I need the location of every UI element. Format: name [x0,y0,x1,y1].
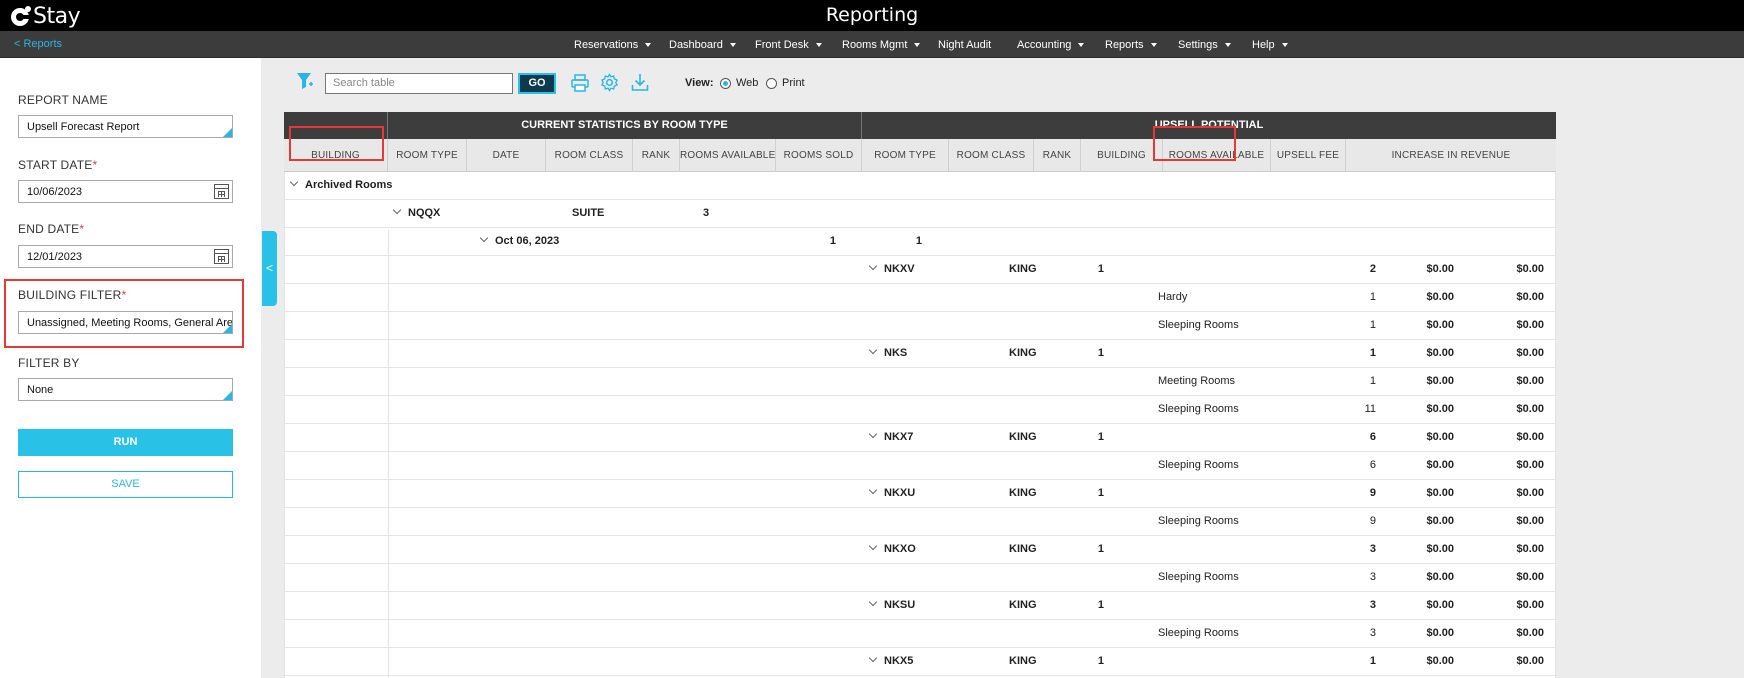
column-header-room-type[interactable]: ROOM TYPE [388,139,467,172]
menu-item-reservations[interactable]: Reservations [574,31,652,58]
chevron-down-icon [1224,42,1231,47]
chevron-down-icon[interactable] [479,233,489,243]
upsell-room-type-row[interactable]: NKX5 KING 1 1 $0.00 $0.00 [284,648,1556,676]
chevron-down-icon[interactable] [868,541,878,551]
calendar-icon[interactable] [214,184,229,199]
report-name-select[interactable]: Upsell Forecast Report [18,115,233,138]
upsell-building-row[interactable]: Hardy 1 $0.00 $0.00 [284,284,1556,312]
report-name-label: REPORT NAME [18,93,108,107]
nav-bar: < Reports Reservations Dashboard Front D… [0,31,1744,58]
chevron-down-icon[interactable] [868,345,878,355]
chevron-down-icon [914,42,921,47]
upsell-building-row[interactable]: Sleeping Rooms 1 $0.00 $0.00 [284,312,1556,340]
building-filter-select[interactable]: Unassigned, Meeting Rooms, General Are..… [18,311,233,334]
start-date-input[interactable]: 10/06/2023 [18,180,233,203]
column-header-upsell-building[interactable]: BUILDING [1081,139,1163,172]
column-header-upsell-rank[interactable]: RANK [1034,139,1081,172]
download-icon[interactable] [631,73,649,92]
save-button[interactable]: SAVE [18,471,233,498]
report-table: CURRENT STATISTICS BY ROOM TYPE UPSELL P… [284,112,1556,678]
building-filter-label: BUILDING FILTER* [18,288,127,302]
upsell-room-type-row[interactable]: NKX7 KING 1 6 $0.00 $0.00 [284,424,1556,452]
chevron-down-icon [1078,42,1085,47]
print-icon[interactable] [571,74,589,92]
column-header-upsell-room-class[interactable]: ROOM CLASS [949,139,1034,172]
top-bar: Stay Reporting [0,0,1744,31]
report-settings-panel: REPORT NAME Upsell Forecast Report START… [0,58,261,678]
column-header-upsell-fee[interactable]: UPSELL FEE [1271,139,1346,172]
chevron-down-icon [1281,42,1288,47]
report-toolbar: Search table GO View: Web Print [284,58,1584,112]
menu-item-help[interactable]: Help [1252,31,1288,58]
column-header-rooms-sold[interactable]: ROOMS SOLD [776,139,862,172]
menu-item-accounting[interactable]: Accounting [1017,31,1085,58]
upsell-room-type-row[interactable]: NKXV KING 1 2 $0.00 $0.00 [284,256,1556,284]
column-header-rooms-available[interactable]: ROOMS AVAILABLE [680,139,776,172]
chevron-down-icon[interactable] [392,205,402,215]
chevron-down-icon[interactable] [868,485,878,495]
calendar-icon[interactable] [214,249,229,264]
upsell-building-row[interactable]: Sleeping Rooms 6 $0.00 $0.00 [284,452,1556,480]
upsell-room-type-row[interactable]: NKSU KING 1 3 $0.00 $0.00 [284,592,1556,620]
search-input[interactable]: Search table [325,73,513,94]
upsell-building-row[interactable]: Meeting Rooms 1 $0.00 $0.00 [284,368,1556,396]
start-date-label: START DATE* [18,158,98,172]
column-header-date[interactable]: DATE [467,139,546,172]
upsell-building-row[interactable]: Sleeping Rooms 3 $0.00 $0.00 [284,620,1556,648]
chevron-down-icon[interactable] [868,653,878,663]
upsell-building-row[interactable]: Sleeping Rooms 11 $0.00 $0.00 [284,396,1556,424]
menu-item-reports[interactable]: Reports [1105,31,1157,58]
upsell-room-type-row[interactable]: NKXO KING 1 3 $0.00 $0.00 [284,536,1556,564]
chevron-down-icon [1150,42,1157,47]
gear-icon[interactable] [600,73,619,92]
view-print-label[interactable]: Print [782,77,805,89]
building-column-highlight [289,126,384,161]
view-web-label[interactable]: Web [736,77,758,89]
back-to-reports-link[interactable]: < Reports [14,38,62,50]
filter-by-label: FILTER BY [18,356,80,370]
menu-item-front-desk[interactable]: Front Desk [755,31,822,58]
upsell-building-row[interactable]: Sleeping Rooms 9 $0.00 $0.00 [284,508,1556,536]
column-header-room-class[interactable]: ROOM CLASS [546,139,633,172]
filter-by-select[interactable]: None [18,378,233,401]
page-title: Reporting [825,4,919,26]
menu-item-dashboard[interactable]: Dashboard [669,31,736,58]
group-header-current-statistics: CURRENT STATISTICS BY ROOM TYPE [388,112,862,139]
end-date-input[interactable]: 12/01/2023 [18,245,233,268]
chevron-down-icon [729,42,736,47]
menu-item-settings[interactable]: Settings [1178,31,1231,58]
room-type-row[interactable]: NQQX SUITE 3 [284,200,1556,228]
date-row[interactable]: Oct 06, 2023 1 1 [284,228,1556,256]
upsell-room-type-row[interactable]: NKS KING 1 1 $0.00 $0.00 [284,340,1556,368]
chevron-down-icon[interactable] [868,597,878,607]
chevron-down-icon[interactable] [868,429,878,439]
upsell-room-type-row[interactable]: NKXU KING 1 9 $0.00 $0.00 [284,480,1556,508]
menu-item-night-audit[interactable]: Night Audit [938,31,991,58]
chevron-down-icon[interactable] [289,177,299,187]
column-header-rank[interactable]: RANK [633,139,680,172]
group-row-archived-rooms[interactable]: Archived Rooms [284,172,1556,200]
chevron-down-icon [645,42,652,47]
collapse-panel-toggle[interactable]: < [262,231,277,306]
chevron-down-icon [815,42,822,47]
column-header-increase-in-revenue[interactable]: INCREASE IN REVENUE [1346,139,1556,172]
upsell-building-row[interactable]: Sleeping Rooms 3 $0.00 $0.00 [284,564,1556,592]
menu-item-rooms-mgmt[interactable]: Rooms Mgmt [842,31,921,58]
view-label: View: [685,77,714,89]
view-print-radio[interactable] [766,78,777,89]
upsell-building-column-highlight [1153,126,1236,161]
filter-icon[interactable] [296,71,314,91]
go-button[interactable]: GO [518,73,556,94]
run-button[interactable]: RUN [18,429,233,456]
view-web-radio[interactable] [720,78,731,89]
chevron-down-icon[interactable] [868,261,878,271]
column-header-upsell-room-type[interactable]: ROOM TYPE [862,139,949,172]
end-date-label: END DATE* [18,222,85,236]
